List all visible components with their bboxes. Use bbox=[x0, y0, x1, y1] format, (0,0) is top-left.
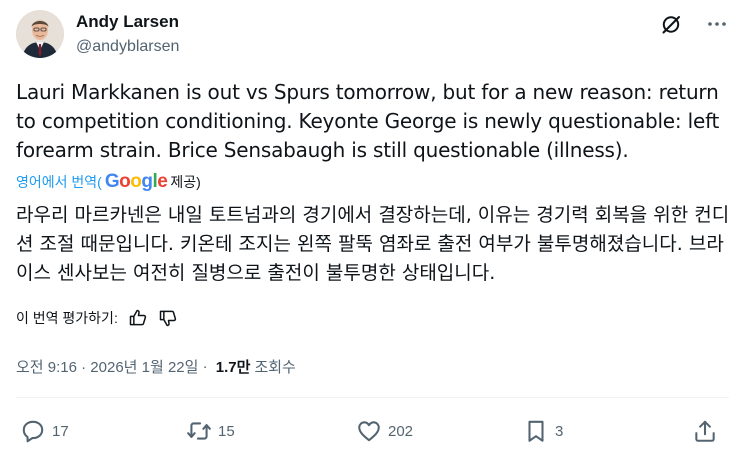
avatar[interactable] bbox=[16, 10, 64, 58]
timestamp[interactable]: 오전 9:16 · 2026년 1월 22일 bbox=[16, 356, 198, 377]
grok-icon[interactable] bbox=[659, 12, 683, 36]
thumbs-up-icon[interactable] bbox=[128, 308, 148, 328]
translation-attribution: 영어에서 번역( Google 제공) bbox=[16, 171, 201, 193]
like-button[interactable]: 202 bbox=[356, 418, 413, 444]
share-button[interactable] bbox=[692, 418, 718, 444]
tweet-meta: 오전 9:16 · 2026년 1월 22일 · 1.7만 조회수 bbox=[16, 356, 296, 377]
divider bbox=[16, 397, 729, 398]
action-bar: 17 15 202 3 bbox=[20, 418, 729, 448]
heart-icon bbox=[358, 421, 380, 442]
author-names: Andy Larsen @andyblarsen bbox=[76, 12, 179, 58]
views-count: 1.7만 bbox=[215, 359, 251, 376]
header-actions bbox=[659, 12, 729, 36]
google-logo: Google bbox=[104, 171, 168, 192]
tweet-card: Andy Larsen @andyblarsen Lauri Markkanen… bbox=[0, 0, 745, 467]
like-count: 202 bbox=[388, 422, 414, 440]
translate-label[interactable]: 영어에서 번역( bbox=[16, 172, 102, 192]
share-icon bbox=[695, 420, 715, 442]
thumbs-down-icon[interactable] bbox=[158, 308, 178, 328]
tweet-text: Lauri Markkanen is out vs Spurs tomorrow… bbox=[16, 80, 720, 162]
handle[interactable]: @andyblarsen bbox=[76, 36, 179, 58]
repost-icon bbox=[187, 422, 211, 440]
bookmark-button[interactable]: 3 bbox=[523, 418, 563, 444]
reply-button[interactable]: 17 bbox=[20, 418, 69, 444]
bookmark-count: 3 bbox=[555, 422, 564, 440]
bookmark-icon bbox=[528, 420, 544, 442]
display-name[interactable]: Andy Larsen bbox=[76, 12, 179, 32]
meta-separator: · bbox=[198, 358, 212, 375]
provider-suffix: 제공) bbox=[170, 174, 201, 190]
reply-icon bbox=[22, 420, 44, 443]
rate-label: 이 번역 평가하기: bbox=[16, 310, 118, 326]
repost-count: 15 bbox=[218, 422, 235, 440]
more-icon[interactable] bbox=[705, 12, 729, 36]
reply-count: 17 bbox=[52, 422, 69, 440]
translated-text: 라우리 마르카넨은 내일 토트넘과의 경기에서 결장하는데, 이유는 경기력 회… bbox=[16, 204, 730, 284]
rate-translation: 이 번역 평가하기: bbox=[16, 308, 178, 328]
repost-button[interactable]: 15 bbox=[186, 418, 235, 444]
views-label: 조회수 bbox=[254, 359, 296, 376]
tweet-header: Andy Larsen @andyblarsen bbox=[16, 8, 729, 60]
